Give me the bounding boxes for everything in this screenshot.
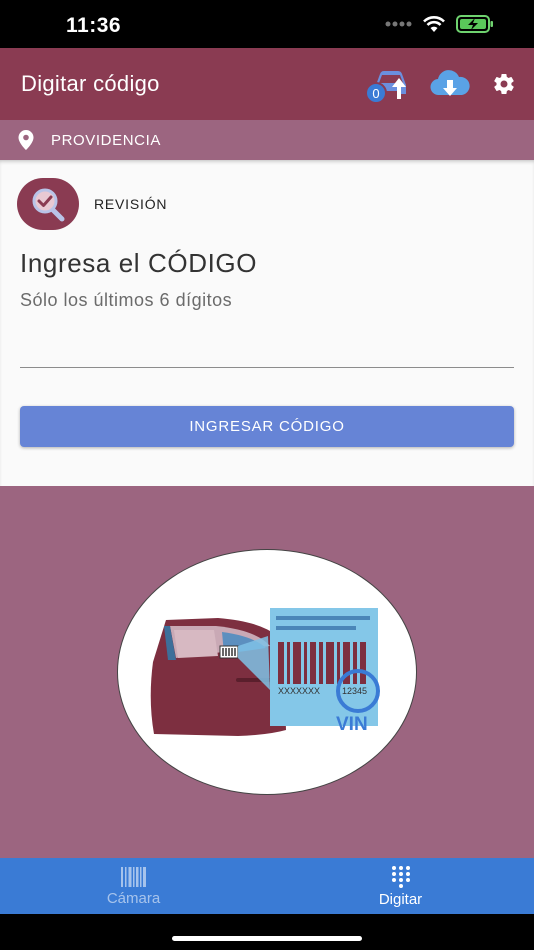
sample-digits-text: 12345 — [342, 686, 367, 696]
sample-code-text: XXXXXXX — [278, 686, 320, 696]
location-bar[interactable]: PROVIDENCIA — [0, 120, 534, 160]
app-bar-actions: 0 — [365, 62, 518, 106]
submit-code-button[interactable]: INGRESAR CÓDIGO — [20, 406, 514, 447]
page-title: Digitar código — [21, 71, 160, 96]
upload-pending-button[interactable]: 0 — [365, 62, 412, 106]
keypad-icon — [391, 865, 410, 888]
location-pin-icon — [18, 130, 34, 150]
status-icons — [384, 15, 494, 33]
status-bar: 11:36 — [0, 0, 534, 48]
mode-label: REVISIÓN — [94, 196, 168, 212]
battery-charging-icon — [456, 15, 493, 33]
tab-camera[interactable]: Cámara — [0, 858, 267, 914]
prompt-title: Ingresa el CÓDIGO — [20, 248, 258, 278]
code-input[interactable] — [20, 330, 514, 368]
download-button[interactable] — [428, 62, 472, 106]
gear-icon — [494, 74, 514, 95]
prompt-subtitle: Sólo los últimos 6 dígitos — [20, 290, 233, 310]
revision-avatar — [17, 178, 79, 230]
location-name: PROVIDENCIA — [51, 132, 161, 149]
car-door-vin-illustration: XXXXXXX 12345 VIN — [150, 608, 380, 736]
status-time: 11:36 — [66, 14, 122, 37]
barcode-icon — [120, 866, 146, 887]
signal-dots-icon — [385, 21, 412, 27]
illustration-panel: XXXXXXX 12345 VIN — [0, 486, 534, 858]
tab-digitar-label: Digitar — [378, 890, 423, 908]
cloud-download-icon — [430, 70, 470, 96]
wifi-icon — [423, 16, 445, 32]
tab-camera-label: Cámara — [106, 889, 161, 907]
settings-button[interactable] — [490, 62, 518, 106]
home-indicator-area — [0, 914, 534, 950]
code-entry-card: REVISIÓN Ingresa el CÓDIGO Sólo los últi… — [0, 160, 534, 486]
home-indicator[interactable] — [172, 936, 362, 941]
app-bar: Digitar código 0 — [0, 48, 534, 120]
upload-count-badge: 0 — [365, 82, 387, 104]
magnifier-check-icon — [32, 188, 65, 222]
vin-label: VIN — [336, 714, 368, 735]
bottom-tab-bar: Cámara Digitar — [0, 858, 534, 914]
vin-illustration: XXXXXXX 12345 VIN — [117, 549, 417, 795]
tab-digitar[interactable]: Digitar — [267, 858, 534, 914]
